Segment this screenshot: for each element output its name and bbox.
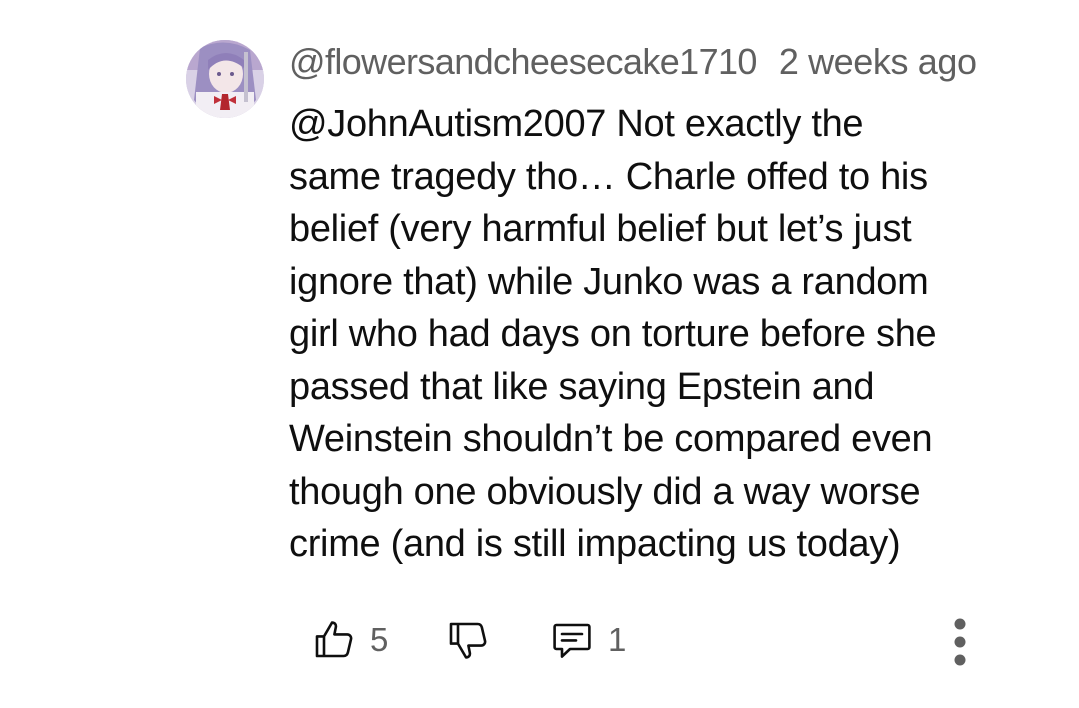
reply-count: 1 [608,621,627,658]
author-handle[interactable]: @flowersandcheesecake1710 [289,41,757,83]
thumbs-up-icon [315,621,353,658]
like-count: 5 [370,621,389,658]
more-vertical-icon [954,618,966,666]
comment-line: same tragedy tho… Charle offed to his [289,155,928,198]
comment-line: belief (very harmful belief but let’s ju… [289,208,912,250]
comment-action-bar: 5 1 [0,612,1079,672]
comment-timestamp: 2 weeks ago [778,41,977,82]
avatar-image [186,40,264,118]
comment-header: @flowersandcheesecake1710 2 weeks ago [289,40,977,84]
thumbs-down-icon [449,622,487,659]
comment-line: ignore that) while Junko was a random [289,260,929,303]
dislike-button[interactable] [444,616,492,664]
replies-button[interactable]: 1 [548,616,626,664]
comment-line: though one obviously did a way worse [289,470,921,513]
like-button[interactable]: 5 [310,616,388,664]
comment-icon [553,623,591,658]
avatar[interactable] [186,40,264,118]
comment-line: @JohnAutism2007 Not exactly the [289,103,864,145]
comment-text: @JohnAutism2007 Not exactly the same tra… [289,98,1049,571]
comment-line: crime (and is still impacting us today) [289,523,901,565]
comment-line: girl who had days on torture before she [289,313,937,355]
more-options-button[interactable] [946,612,974,672]
comment-line: passed that like saying Epstein and [289,365,875,408]
comment-line: Weinstein shouldn’t be compared even [289,418,933,460]
